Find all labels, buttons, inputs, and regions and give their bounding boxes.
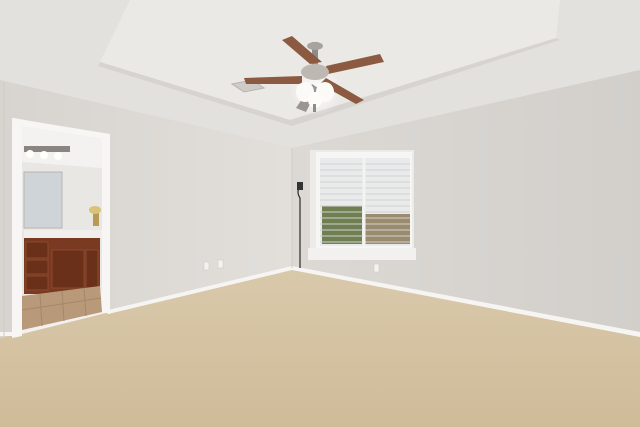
baseboard-far-left <box>0 332 14 336</box>
room-illustration <box>0 0 640 427</box>
room-photo <box>0 0 640 427</box>
window-icon <box>308 150 416 260</box>
doorway-icon <box>12 118 110 338</box>
